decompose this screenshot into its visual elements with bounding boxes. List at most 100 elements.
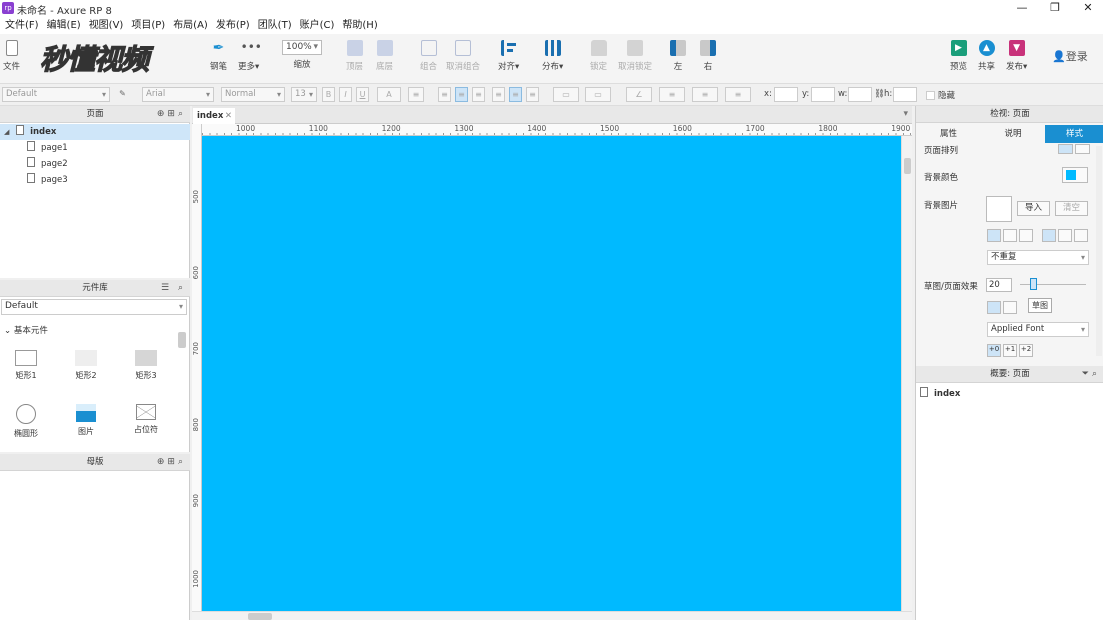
right-panel-toggle[interactable]: 右 xyxy=(700,40,716,72)
import-button[interactable]: 导入 xyxy=(1017,201,1050,216)
style-select[interactable]: Default xyxy=(2,87,110,102)
library-scrollbar[interactable] xyxy=(178,332,186,348)
menu-view[interactable]: 视图(V) xyxy=(85,17,128,34)
close-tab-icon[interactable]: ✕ xyxy=(225,108,232,124)
share-button[interactable]: ▲ 共享 xyxy=(978,40,995,72)
page-item-page3[interactable]: page3 xyxy=(0,172,190,188)
bullet-button[interactable]: ≡ xyxy=(408,87,424,102)
color-mode-button[interactable] xyxy=(987,301,1001,314)
outline-actions[interactable]: ⏷⌕ xyxy=(1082,366,1100,383)
scroll-thumb[interactable] xyxy=(904,158,911,174)
img-valign-top[interactable] xyxy=(1042,229,1056,242)
menu-arrange[interactable]: 布局(A) xyxy=(169,17,212,34)
tab-notes[interactable]: 说明 xyxy=(981,125,1045,143)
size-select[interactable]: 13 xyxy=(291,87,317,102)
font-color-button[interactable]: A xyxy=(377,87,401,102)
page-align-center-button[interactable] xyxy=(1075,144,1090,154)
file-tool[interactable]: 文件 xyxy=(3,40,20,72)
repeat-select[interactable]: 不重复 xyxy=(987,250,1089,265)
close-button[interactable]: ✕ xyxy=(1071,0,1103,17)
maximize-button[interactable]: ❐ xyxy=(1038,0,1072,17)
zoom-select[interactable]: 100% ▾ xyxy=(282,40,322,55)
tab-style[interactable]: 样式 xyxy=(1045,125,1103,143)
pen-tool[interactable]: ✒ 钢笔 xyxy=(210,40,227,72)
widget-rect2[interactable]: 矩形2 xyxy=(66,350,106,381)
line-width-button[interactable]: ≡ xyxy=(659,87,685,102)
lock-button[interactable]: 锁定 xyxy=(590,40,607,72)
align-left-button[interactable]: ≡ xyxy=(438,87,451,102)
sketch-input[interactable]: 20 xyxy=(986,278,1012,292)
page-align-left-button[interactable] xyxy=(1058,144,1073,154)
group-button[interactable]: 组合 xyxy=(420,40,437,72)
font-select[interactable]: Arial xyxy=(142,87,214,102)
vertical-scrollbar[interactable] xyxy=(901,136,912,614)
page-item-page2[interactable]: page2 xyxy=(0,156,190,172)
publish-button[interactable]: ▼ 发布▾ xyxy=(1006,40,1027,72)
line-weight-1[interactable]: +1 xyxy=(1003,344,1017,357)
widget-rect1[interactable]: 矩形1 xyxy=(6,350,46,381)
page-item-index[interactable]: ◢ index xyxy=(0,124,190,140)
line-style-button[interactable]: ≡ xyxy=(692,87,718,102)
tab-index[interactable]: index ✕ xyxy=(193,108,235,124)
bg-color-picker[interactable] xyxy=(1062,167,1088,183)
preview-button[interactable]: ▶ 预览 xyxy=(950,40,967,72)
widget-rect3[interactable]: 矩形3 xyxy=(126,350,166,381)
menu-project[interactable]: 项目(P) xyxy=(127,17,169,34)
arrow-style-button[interactable]: ≡ xyxy=(725,87,751,102)
pages-actions[interactable]: ⊕⊞⌕ xyxy=(157,106,186,123)
valign-top-button[interactable]: ≡ xyxy=(492,87,505,102)
img-valign-bottom[interactable] xyxy=(1074,229,1088,242)
italic-button[interactable]: I xyxy=(339,87,352,102)
fill-color-button[interactable]: ▭ xyxy=(553,87,579,102)
align-center-button[interactable]: ≡ xyxy=(455,87,468,102)
h-input[interactable] xyxy=(893,87,917,102)
left-panel-toggle[interactable]: 左 xyxy=(670,40,686,72)
w-input[interactable] xyxy=(848,87,872,102)
underline-button[interactable]: U xyxy=(356,87,369,102)
page-item-page1[interactable]: page1 xyxy=(0,140,190,156)
masters-actions[interactable]: ⊕⊞⌕ xyxy=(157,454,186,471)
menu-account[interactable]: 账户(C) xyxy=(296,17,339,34)
valign-middle-button[interactable]: ≡ xyxy=(509,87,522,102)
minimize-button[interactable]: — xyxy=(1005,0,1039,17)
img-align-left[interactable] xyxy=(987,229,1001,242)
menu-help[interactable]: 帮助(H) xyxy=(338,17,381,34)
menu-file[interactable]: 文件(F) xyxy=(1,17,43,34)
align-button[interactable]: 对齐▾ xyxy=(498,40,519,72)
img-align-center[interactable] xyxy=(1003,229,1017,242)
sketch-font-select[interactable]: Applied Font xyxy=(987,322,1089,337)
widget-placeholder[interactable]: 占位符 xyxy=(126,404,166,435)
weight-select[interactable]: Normal xyxy=(221,87,285,102)
img-valign-middle[interactable] xyxy=(1058,229,1072,242)
shadow-button[interactable]: ▭ xyxy=(585,87,611,102)
grayscale-button[interactable] xyxy=(1003,301,1017,314)
tab-properties[interactable]: 属性 xyxy=(916,125,981,143)
align-right-button[interactable]: ≡ xyxy=(472,87,485,102)
library-select[interactable]: Default xyxy=(1,299,187,315)
scroll-thumb[interactable] xyxy=(248,613,272,620)
style-edit-icon[interactable]: ✎ xyxy=(116,87,129,102)
menu-edit[interactable]: 编辑(E) xyxy=(43,17,85,34)
ungroup-button[interactable]: 取消组合 xyxy=(446,40,480,72)
send-to-back-button[interactable]: 底层 xyxy=(376,40,393,72)
design-canvas[interactable] xyxy=(202,136,901,611)
distribute-button[interactable]: 分布▾ xyxy=(542,40,563,72)
more-tool[interactable]: ••• 更多▾ xyxy=(238,40,262,72)
widget-ellipse[interactable]: 椭圆形 xyxy=(6,404,46,439)
horizontal-scrollbar[interactable] xyxy=(192,611,912,620)
library-group-basic[interactable]: ⌄ 基本元件 xyxy=(4,324,48,336)
tab-menu-icon[interactable]: ▾ xyxy=(903,109,908,119)
bg-image-preview[interactable] xyxy=(986,196,1012,222)
widget-image[interactable]: 图片 xyxy=(66,404,106,437)
line-color-button[interactable]: ∠ xyxy=(626,87,652,102)
valign-bottom-button[interactable]: ≡ xyxy=(526,87,539,102)
bring-to-front-button[interactable]: 顶层 xyxy=(346,40,363,72)
img-align-right[interactable] xyxy=(1019,229,1033,242)
y-input[interactable] xyxy=(811,87,835,102)
unlock-button[interactable]: 取消锁定 xyxy=(618,40,652,72)
outline-item-index[interactable]: index xyxy=(920,387,960,399)
x-input[interactable] xyxy=(774,87,798,102)
menu-publish[interactable]: 发布(P) xyxy=(212,17,254,34)
library-actions[interactable]: ☰ ⌕ xyxy=(161,280,186,297)
bold-button[interactable]: B xyxy=(322,87,335,102)
